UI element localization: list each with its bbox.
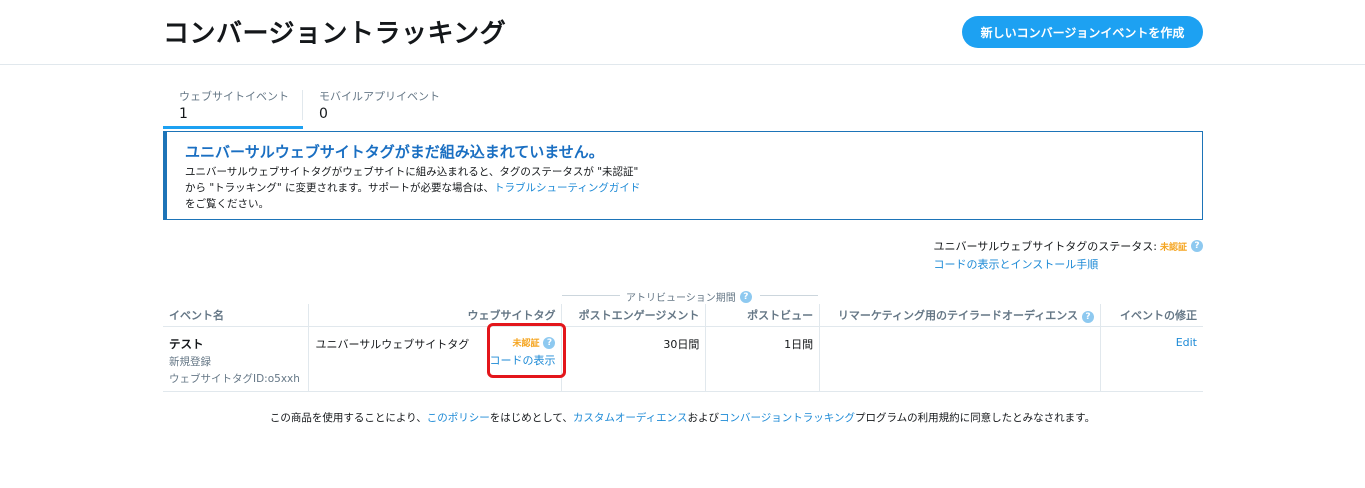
alert-title: ユニバーサルウェブサイトタグがまだ組み込まれていません。 bbox=[185, 143, 604, 161]
help-icon[interactable]: ? bbox=[1082, 311, 1095, 323]
conversion-events-table: イベント名 ウェブサイトタグ ポストエンゲージメント ポストビュー リマーケティ… bbox=[163, 304, 1203, 392]
attribution-line-left bbox=[562, 295, 620, 296]
tab-label: ウェブサイトイベント bbox=[179, 90, 289, 103]
create-conversion-event-button[interactable]: 新しいコンバージョンイベントを作成 bbox=[962, 16, 1203, 48]
footer-text: および bbox=[687, 412, 719, 424]
page-title: コンバージョントラッキング bbox=[163, 19, 507, 49]
conversion-tracking-link[interactable]: コンバージョントラッキング bbox=[719, 412, 855, 424]
alert-text-end: をご覧ください。 bbox=[185, 198, 269, 210]
website-tag-name: ユニバーサルウェブサイトタグ bbox=[315, 338, 470, 351]
help-icon[interactable]: ? bbox=[1191, 240, 1203, 252]
attribution-text: アトリビューション期間 bbox=[626, 293, 736, 304]
tab-label: モバイルアプリイベント bbox=[319, 90, 440, 103]
page-header: コンバージョントラッキング 新しいコンバージョンイベントを作成 bbox=[0, 0, 1365, 65]
col-remarketing-label: リマーケティング用のテイラードオーディエンス bbox=[837, 309, 1079, 322]
footer-text: プログラムの利用規約に同意したとみなされます。 bbox=[854, 412, 1096, 424]
edit-event-link[interactable]: Edit bbox=[1176, 336, 1197, 349]
help-icon[interactable]: ? bbox=[739, 290, 752, 303]
col-post-engagement: ポストエンゲージメント bbox=[561, 304, 706, 327]
tag-status-label: ユニバーサルウェブサイトタグのステータス: bbox=[933, 240, 1157, 253]
table-row: テスト 新規登録 ウェブサイトタグID:o5xxh ユニバーサルウェブサイトタグ… bbox=[163, 326, 1203, 392]
tab-count: 1 bbox=[179, 106, 188, 122]
attribution-period-header: アトリビューション期間 ? bbox=[562, 289, 818, 304]
tag-status-line: ユニバーサルウェブサイトタグのステータス: 未認証 ? bbox=[933, 238, 1203, 254]
view-code-install-link[interactable]: コードの表示とインストール手順 bbox=[933, 256, 1203, 272]
website-tag-id: ウェブサイトタグID:o5xxh bbox=[169, 373, 300, 385]
tab-mobile-app-events[interactable]: モバイルアプリイベント 0 bbox=[319, 86, 469, 131]
tag-not-installed-alert: ユニバーサルウェブサイトタグがまだ組み込まれていません。 ユニバーサルウェブサイ… bbox=[163, 131, 1203, 220]
footer-text: この商品を使用することにより、 bbox=[269, 412, 427, 424]
event-name-cell: テスト 新規登録 ウェブサイトタグID:o5xxh bbox=[163, 326, 309, 392]
col-post-view: ポストビュー bbox=[705, 304, 820, 327]
footer-terms: この商品を使用することにより、このポリシーをはじめとして、カスタムオーディエンス… bbox=[0, 410, 1365, 425]
alert-body: ユニバーサルウェブサイトタグがウェブサイトに組み込まれると、タグのステータスが … bbox=[185, 164, 645, 212]
attribution-label: アトリビューション期間 ? bbox=[626, 289, 752, 304]
attribution-line-right bbox=[760, 295, 818, 296]
post-view-value: 1日間 bbox=[784, 338, 814, 351]
remarketing-cell bbox=[819, 326, 1101, 392]
event-name: テスト bbox=[169, 337, 204, 351]
table-header-row: イベント名 ウェブサイトタグ ポストエンゲージメント ポストビュー リマーケティ… bbox=[163, 304, 1203, 327]
troubleshooting-guide-link[interactable]: トラブルシューティングガイド bbox=[494, 182, 640, 194]
post-view-cell: 1日間 bbox=[705, 326, 820, 392]
tag-status-value: 未認証 bbox=[1159, 242, 1187, 253]
footer-text: をはじめとして、 bbox=[489, 412, 573, 424]
col-event-name: イベント名 bbox=[163, 304, 309, 327]
tab-website-events[interactable]: ウェブサイトイベント 1 bbox=[163, 86, 303, 129]
col-remarketing: リマーケティング用のテイラードオーディエンス? bbox=[819, 304, 1101, 327]
event-type: 新規登録 bbox=[169, 356, 211, 368]
tab-count: 0 bbox=[319, 106, 328, 122]
post-engagement-value: 30日間 bbox=[663, 338, 700, 351]
tab-divider bbox=[302, 90, 303, 120]
policy-link[interactable]: このポリシー bbox=[427, 412, 490, 424]
tag-status-block: ユニバーサルウェブサイトタグのステータス: 未認証 ? コードの表示とインストー… bbox=[933, 238, 1203, 272]
edit-cell: Edit bbox=[1100, 326, 1203, 392]
post-engagement-cell: 30日間 bbox=[561, 326, 706, 392]
col-edit-event: イベントの修正 bbox=[1100, 304, 1203, 327]
view-code-highlight-box bbox=[487, 323, 566, 378]
custom-audience-link[interactable]: カスタムオーディエンス bbox=[573, 412, 688, 424]
